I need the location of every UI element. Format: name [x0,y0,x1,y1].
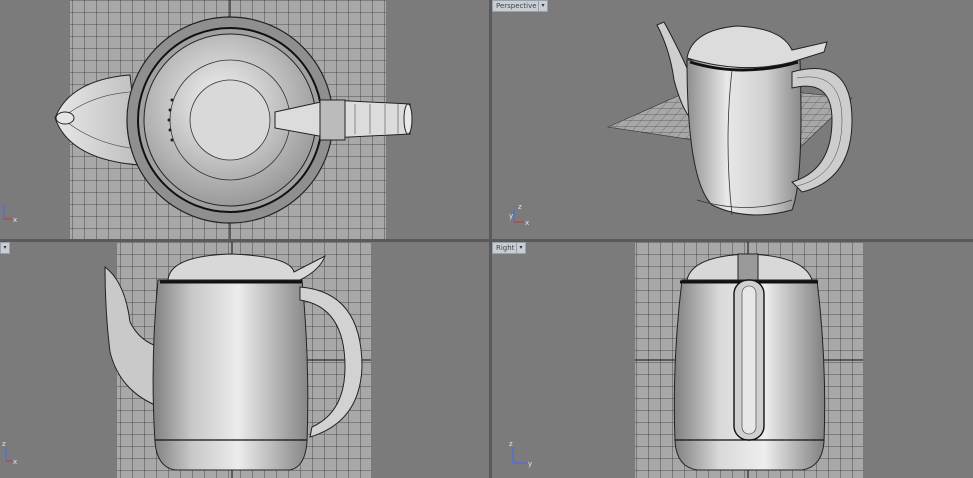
perspective-axis-x-label: x [525,219,529,227]
right-axis-z-label: z [509,440,513,448]
front-axis-z-label: z [2,440,6,448]
top-axis-x-label: x [13,216,17,224]
top-view-canvas: x [3,0,413,239]
perspective-view-canvas: z y x [509,21,853,227]
viewport-right[interactable]: z y Right ▾ [492,242,973,478]
right-viewport-label[interactable]: Right [492,242,519,254]
viewport-top[interactable]: x [0,0,489,239]
right-view-canvas: z y [509,242,863,478]
right-axis-y-label: y [528,460,532,468]
perspective-axis-z-label: z [518,203,522,211]
perspective-axis-y-label: y [509,212,513,220]
viewport-front[interactable]: z x ▾ [0,242,489,478]
perspective-viewport-label[interactable]: Perspective [492,0,541,12]
front-axis-x-label: x [13,458,17,466]
right-viewport-menu-button[interactable]: ▾ [516,242,526,254]
viewport-perspective[interactable]: z y x Perspective ▾ [492,0,973,239]
front-viewport-menu-button[interactable]: ▾ [0,242,10,254]
rhino-four-viewport-layout: x z y x Perspective ▾ z x ▾ z y Right ▾ [0,0,973,478]
front-view-canvas: z x [2,242,371,478]
perspective-viewport-menu-button[interactable]: ▾ [538,0,548,12]
